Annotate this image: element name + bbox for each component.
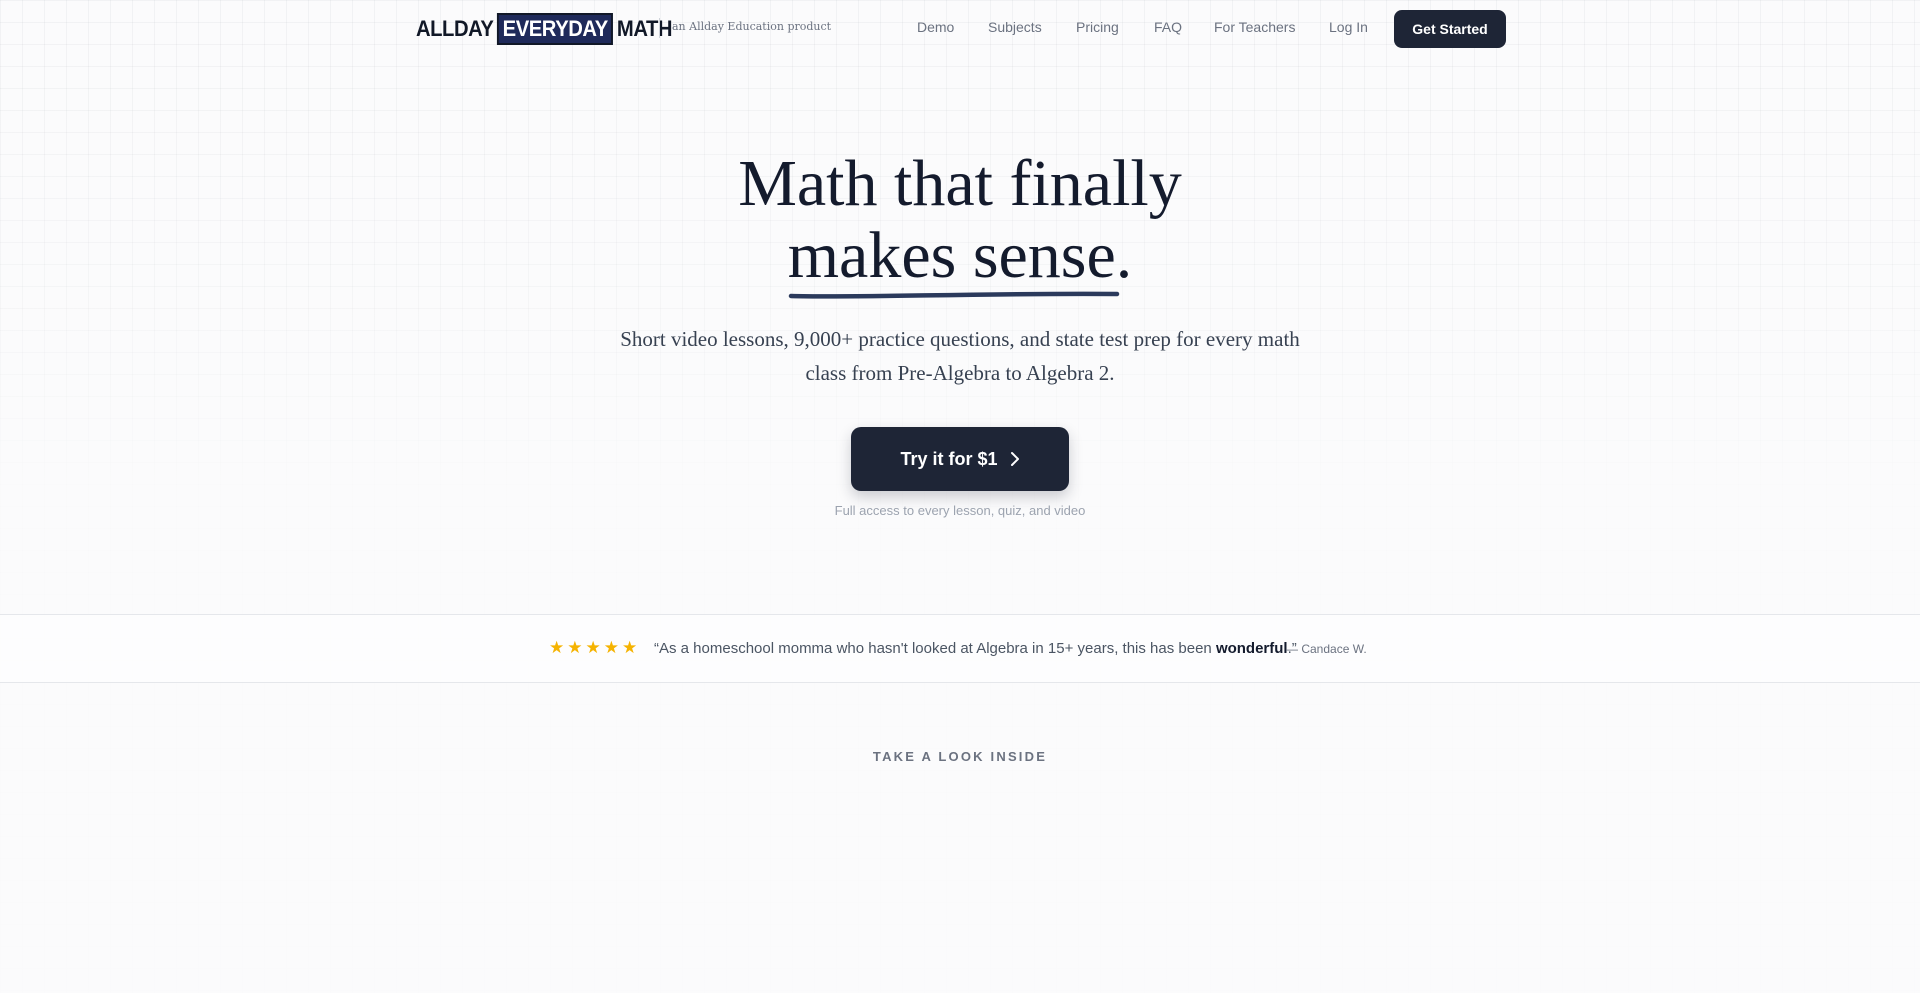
section-label: TAKE A LOOK INSIDE [872, 749, 1048, 764]
top-navigation: ALLDAY EVERYDAY MATH an Allday Education… [0, 0, 1920, 58]
star-rating: ★ ★ ★ ★ ★ [549, 638, 637, 658]
logo-text-allday: ALLDAY [416, 16, 494, 41]
quote-text-before: “As a homeschool momma who hasn't looked… [654, 640, 1216, 657]
hero-title: Math that finally makes sense. [0, 148, 1920, 292]
hero-subtitle: Short video lessons, 9,000+ practice que… [620, 327, 1300, 385]
testimonial-author: — Candace W. [1286, 642, 1367, 656]
quote-emphasis: wonderful [1215, 640, 1288, 657]
hero-title-line2: makes sense. [787, 219, 1133, 292]
nav-link-subjects[interactable]: Subjects [988, 19, 1042, 35]
logo-divider [659, 18, 660, 38]
get-started-button[interactable]: Get Started [1394, 10, 1506, 48]
brand-tagline: an Allday Education product [672, 20, 832, 33]
cta-note: Full access to every lesson, quiz, and v… [834, 503, 1086, 518]
logo-text-everyday: EVERYDAY [497, 13, 614, 45]
star-icon: ★ [603, 638, 619, 657]
brand-logo[interactable]: ALLDAY EVERYDAY MATH [416, 13, 673, 45]
nav-link-demo[interactable]: Demo [917, 19, 954, 35]
nav-link-pricing[interactable]: Pricing [1076, 19, 1119, 35]
nav-link-faq[interactable]: FAQ [1154, 19, 1182, 35]
nav-link-for-teachers[interactable]: For Teachers [1214, 19, 1295, 35]
hand-drawn-underline [788, 291, 1120, 299]
star-icon: ★ [622, 638, 638, 657]
testimonial-quote: “As a homeschool momma who hasn't looked… [654, 640, 1297, 657]
star-icon: ★ [567, 638, 583, 657]
nav-link-log-in[interactable]: Log In [1329, 19, 1368, 35]
testimonial-band: ★ ★ ★ ★ ★ “As a homeschool momma who has… [0, 614, 1920, 683]
star-icon: ★ [549, 638, 565, 657]
star-icon: ★ [585, 638, 601, 657]
chevron-right-icon [1010, 452, 1019, 466]
hero-title-line1: Math that finally [738, 147, 1182, 220]
try-it-button[interactable]: Try it for $1 [851, 427, 1069, 491]
try-it-label: Try it for $1 [900, 448, 998, 469]
logo-text-math: MATH [616, 16, 673, 41]
